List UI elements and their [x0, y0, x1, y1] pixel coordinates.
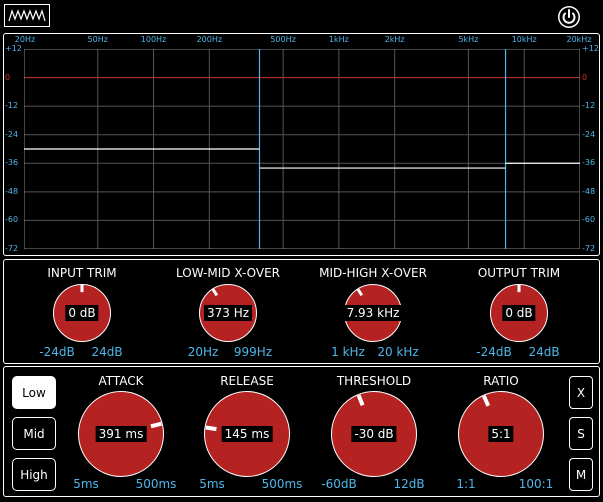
frequency-label: 20Hz [14, 35, 36, 44]
ratio-max-label: 100:1 [518, 477, 554, 491]
input-trim-value: 0 dB [65, 305, 99, 321]
frequency-label: 20kHz [566, 35, 592, 44]
band-button-low[interactable]: Low [12, 376, 56, 409]
output-trim-max-label: 24dB [528, 345, 560, 359]
threshold-label: THRESHOLD [336, 374, 412, 388]
output-trim-value: 0 dB [502, 305, 536, 321]
ratio-label: RATIO [483, 374, 519, 388]
db-label-right: +12 [582, 44, 599, 53]
frequency-label: 5kHz [458, 35, 479, 44]
band-button-mid[interactable]: Mid [12, 417, 56, 450]
low-mid-crossover-label: LOW-MID X-OVER [175, 266, 281, 280]
power-button[interactable] [557, 5, 581, 29]
release-min-label: 5ms [199, 477, 225, 491]
attack-min-label: 5ms [73, 477, 99, 491]
output-trim-min-label: -24dB [476, 345, 512, 359]
input-trim-min-label: -24dB [39, 345, 75, 359]
db-label-right: -12 [582, 101, 596, 111]
attack-label: ATTACK [98, 374, 144, 388]
db-label-right: 0 [582, 72, 588, 82]
ratio-min-label: 1:1 [456, 477, 476, 491]
logo [4, 4, 50, 27]
power-icon [558, 6, 580, 28]
threshold-min-label: -60dB [321, 477, 357, 491]
threshold-value: -30 dB [351, 426, 397, 442]
frequency-label: 200Hz [196, 35, 223, 44]
threshold-max-label: 12dB [393, 477, 425, 491]
db-label-right: -24 [582, 129, 596, 139]
solo-button[interactable]: S [569, 417, 593, 450]
frequency-label: 500Hz [270, 35, 296, 44]
frequency-label: 2kHz [384, 35, 405, 44]
db-label-right: -60 [582, 215, 596, 225]
db-label-left: -72 [5, 244, 19, 253]
db-label-left: -12 [5, 101, 19, 111]
low-mid-crossover-max-label: 999Hz [233, 345, 273, 359]
output-trim-label: OUTPUT TRIM [477, 266, 561, 280]
low-mid-crossover-min-label: 20Hz [187, 345, 219, 359]
band-button-high[interactable]: High [12, 458, 56, 491]
waveform-logo-icon [8, 9, 46, 22]
input-trim-max-label: 24dB [91, 345, 123, 359]
frequency-label: 50Hz [87, 35, 108, 44]
attack-value: 391 ms [95, 426, 147, 442]
db-label-right: -72 [582, 244, 596, 253]
release-label: RELEASE [220, 374, 274, 388]
db-label-right: -36 [582, 158, 596, 168]
db-label-left: -60 [5, 215, 19, 225]
db-label-left: -24 [5, 129, 19, 139]
release-max-label: 500ms [261, 477, 303, 491]
db-label-left: +12 [5, 44, 22, 53]
bypass-button[interactable]: X [569, 376, 593, 409]
frequency-label: 1kHz [328, 35, 349, 44]
mid-high-crossover-min-label: 1 kHz [331, 345, 365, 359]
mid-high-crossover-value: 7.93 kHz [343, 305, 403, 321]
db-label-left: 0 [5, 72, 11, 82]
frequency-label: 10kHz [511, 35, 537, 44]
response-graph [24, 49, 580, 249]
db-label-right: -48 [582, 186, 596, 196]
mid-high-crossover-max-label: 20 kHz [377, 345, 419, 359]
release-value: 145 ms [221, 426, 273, 442]
db-label-left: -48 [5, 186, 19, 196]
mid-high-crossover-label: MID-HIGH X-OVER [319, 266, 427, 280]
attack-max-label: 500ms [135, 477, 177, 491]
low-mid-crossover-value: 373 Hz [203, 305, 253, 321]
frequency-label: 100Hz [140, 35, 167, 44]
mute-button[interactable]: M [569, 458, 593, 491]
ratio-value: 5:1 [488, 426, 514, 442]
db-label-left: -36 [5, 158, 19, 168]
input-trim-label: INPUT TRIM [47, 266, 117, 280]
